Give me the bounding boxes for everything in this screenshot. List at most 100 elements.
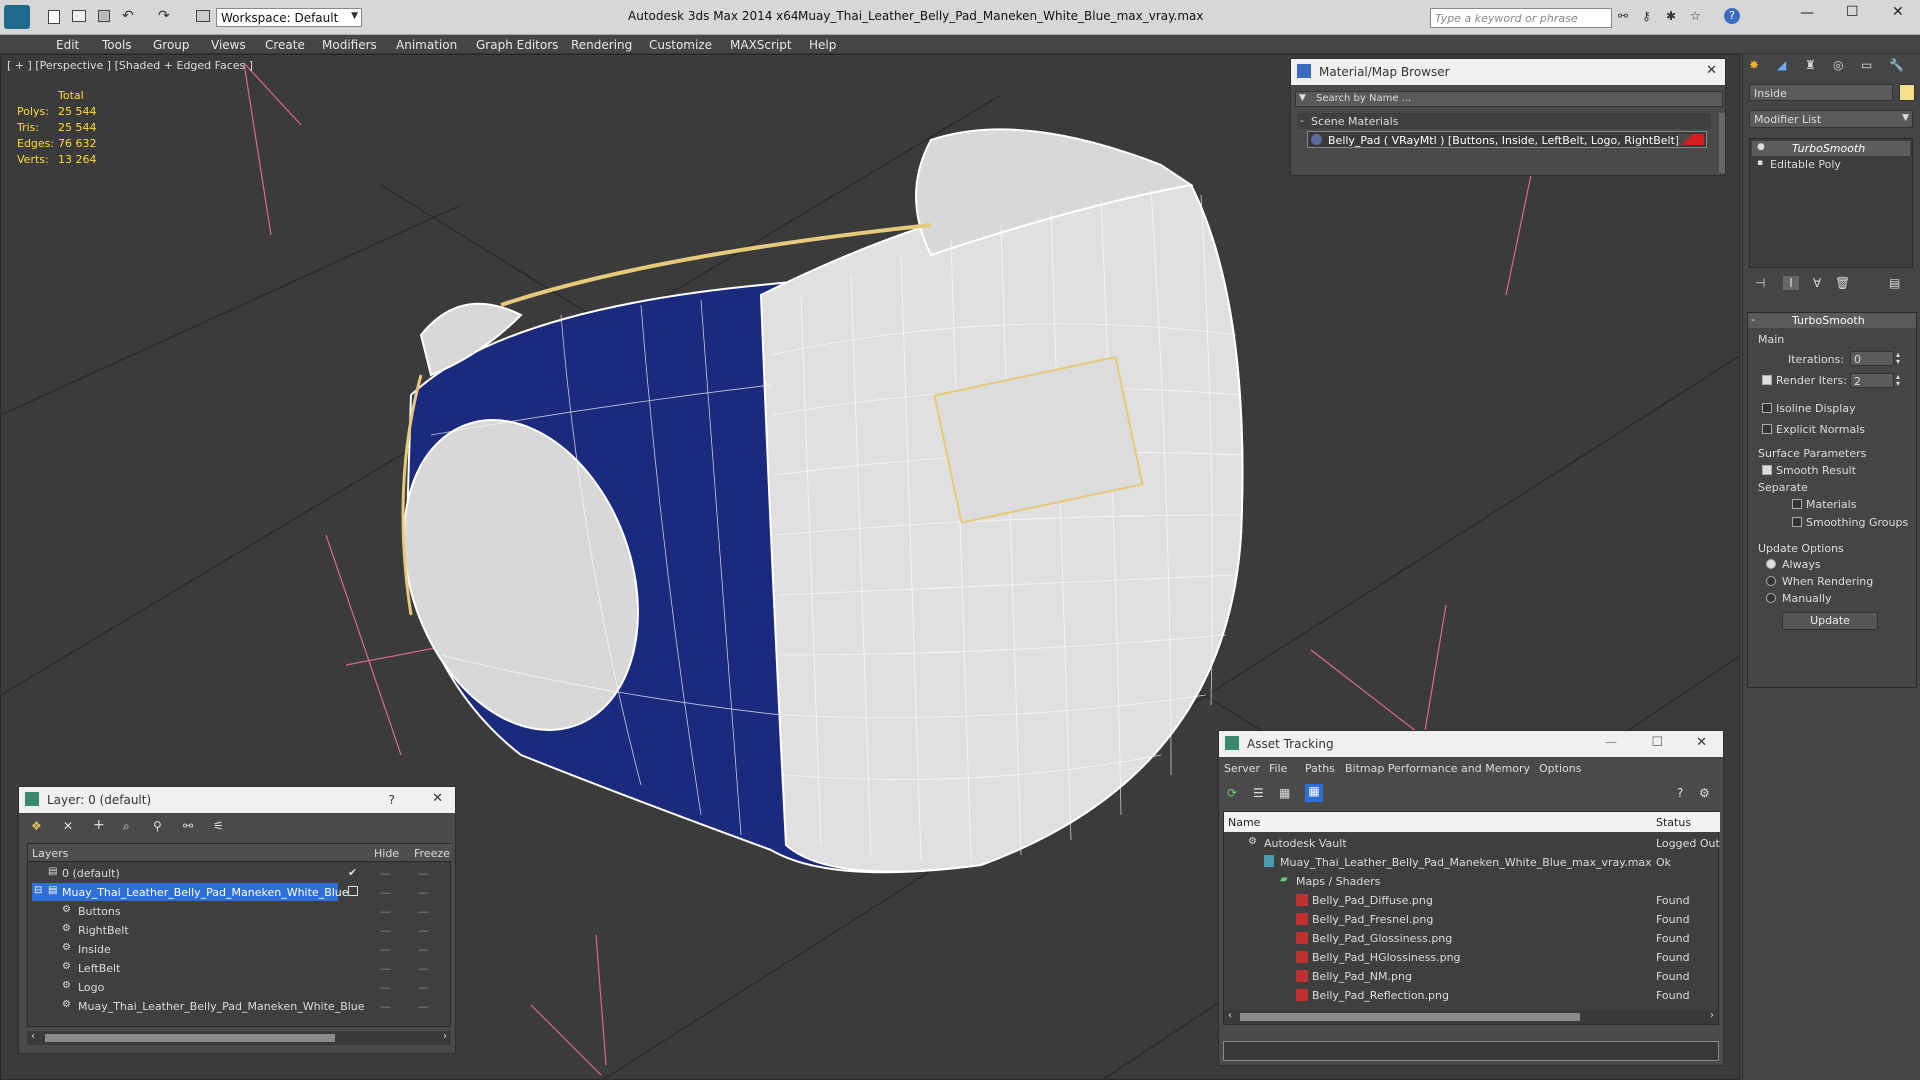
scroll-right-icon[interactable]: › [443,1031,447,1042]
menu-file[interactable]: File [1269,762,1287,775]
freeze-all-icon[interactable]: ⚟ [213,819,224,833]
create-layer-icon[interactable]: ❖ [31,819,42,833]
asset-row[interactable]: Belly_Pad_Diffuse.png Found [1224,891,1720,910]
modifier-list-dropdown[interactable]: Modifier List ▼ [1749,110,1913,128]
layer-row[interactable]: ▤ 0 (default) ✔ — — [28,864,452,883]
col-layers[interactable]: Layers [32,847,68,860]
viewport-label[interactable]: [ + ] [Perspective ] [Shaded + Edged Fac… [7,59,253,72]
when-rendering-radio[interactable] [1766,576,1776,586]
object-row[interactable]: ⚙ Muay_Thai_Leather_Belly_Pad_Maneken_Wh… [28,997,452,1016]
configure-sets-icon[interactable]: ▤ [1889,276,1900,290]
menu-animation[interactable]: Animation [396,38,457,52]
render-iters-spinner[interactable]: 2 [1850,373,1894,388]
app-logo-icon[interactable] [4,5,30,29]
display-tab-icon[interactable]: ▭ [1861,58,1872,72]
menu-maxscript[interactable]: MAXScript [730,38,792,52]
remove-modifier-icon[interactable]: 🗑 [1835,276,1850,290]
hide-all-icon[interactable]: ⚯ [183,819,193,833]
asset-row[interactable]: Belly_Pad_Reflection.png Found [1224,986,1720,1005]
close-icon[interactable]: ✕ [432,791,443,806]
always-radio[interactable] [1766,559,1776,569]
smooth-result-checkbox[interactable] [1762,465,1772,475]
materials-checkbox[interactable] [1792,499,1802,509]
stack-item-editable-poly[interactable]: ▪ Editable Poly [1752,157,1910,172]
key-icon[interactable]: ⚷ [1642,9,1651,23]
utilities-tab-icon[interactable]: 🔧 [1889,58,1904,72]
make-unique-icon[interactable]: ∀ [1813,276,1821,290]
freeze-toggle[interactable]: — [418,981,429,994]
hide-toggle[interactable]: — [380,962,391,975]
freeze-toggle[interactable]: — [418,943,429,956]
smoothing-groups-checkbox[interactable] [1792,517,1802,527]
manually-radio[interactable] [1766,593,1776,603]
asset-row[interactable]: ▰ Maps / Shaders [1224,872,1720,891]
stack-item-turbosmooth[interactable]: ● TurboSmooth [1752,141,1910,156]
scroll-thumb[interactable] [1240,1013,1580,1021]
col-status[interactable]: Status [1656,816,1691,829]
context-help-icon[interactable]: ⚙ [1699,786,1710,800]
scene-materials-group[interactable]: - Scene Materials [1297,113,1711,129]
hide-toggle[interactable]: — [380,886,391,899]
hide-toggle[interactable]: — [380,924,391,937]
create-tab-icon[interactable]: ✸ [1749,58,1759,72]
render-iters-checkbox[interactable] [1762,375,1772,385]
asset-row[interactable]: ⚙ Autodesk Vault Logged Out [1224,834,1720,853]
asset-row[interactable]: Muay_Thai_Leather_Belly_Pad_Maneken_Whit… [1224,853,1720,872]
layer-scrollbar[interactable]: ‹ › [27,1031,451,1045]
redo-icon[interactable]: ↷ [158,8,170,24]
save-icon[interactable] [98,10,110,22]
minimize-icon[interactable]: — [1605,735,1617,749]
hierarchy-tab-icon[interactable]: ♜ [1805,58,1816,72]
hide-toggle[interactable]: — [380,943,391,956]
help-icon[interactable]: ? [1677,786,1683,800]
menu-tools[interactable]: Tools [102,38,132,52]
refresh-icon[interactable]: ⟳ [1227,786,1237,800]
hide-toggle[interactable]: — [380,867,391,880]
show-end-result-icon[interactable]: I [1783,276,1799,290]
menu-modifiers[interactable]: Modifiers [322,38,377,52]
list-view-icon[interactable]: ☰ [1253,786,1264,800]
close-icon[interactable]: ✕ [1706,63,1717,78]
project-folder-icon[interactable] [196,10,210,22]
pin-stack-icon[interactable]: ⊣ [1755,276,1765,290]
scroll-left-icon[interactable]: ‹ [1228,1010,1232,1021]
object-color-swatch[interactable] [1899,84,1915,101]
asset-scrollbar[interactable]: ‹ › [1224,1010,1718,1024]
open-icon[interactable] [72,10,86,22]
menu-rendering[interactable]: Rendering [571,38,632,52]
freeze-toggle[interactable]: — [418,886,429,899]
help-icon[interactable]: ? [389,793,395,807]
close-icon[interactable]: ✕ [1892,4,1904,20]
maximize-icon[interactable]: ☐ [1651,735,1663,750]
star-icon[interactable]: ☆ [1690,9,1701,23]
menu-bitmap-performance[interactable]: Bitmap Performance and Memory [1345,762,1530,775]
scroll-thumb[interactable] [45,1034,335,1042]
menu-options[interactable]: Options [1539,762,1581,775]
freeze-toggle[interactable]: — [418,962,429,975]
menu-help[interactable]: Help [809,38,836,52]
menu-group[interactable]: Group [153,38,190,52]
material-browser-scrollbar[interactable] [1719,113,1725,173]
scroll-left-icon[interactable]: ‹ [31,1031,35,1042]
freeze-toggle[interactable]: — [418,905,429,918]
asset-row[interactable]: Belly_Pad_NM.png Found [1224,967,1720,986]
material-search-input[interactable]: ▼ Search by Name ... [1295,91,1723,107]
isoline-checkbox[interactable] [1762,403,1772,413]
object-row[interactable]: ⚙ Logo — — [28,978,452,997]
menu-edit[interactable]: Edit [56,38,79,52]
material-item[interactable]: Belly_Pad ( VRayMtl ) [Buttons, Inside, … [1307,131,1707,148]
asset-row[interactable]: Belly_Pad_Glossiness.png Found [1224,929,1720,948]
update-button[interactable]: Update [1782,612,1878,630]
hide-toggle[interactable]: — [380,1000,391,1013]
render-iters-arrows-icon[interactable]: ▴ ▾ [1896,373,1900,388]
asset-path-field[interactable] [1223,1041,1719,1061]
table-view-icon[interactable]: ▦ [1305,784,1323,802]
help-icon[interactable]: ? [1724,8,1740,24]
workspace-dropdown[interactable]: Workspace: Default ▼ [216,8,362,27]
iterations-spinner[interactable]: 0 [1850,351,1894,366]
new-icon[interactable] [48,10,60,24]
menu-paths[interactable]: Paths [1305,762,1335,775]
highlight-layer-icon[interactable]: ⚲ [153,819,162,833]
search-input[interactable]: Type a keyword or phrase [1430,8,1612,28]
menu-customize[interactable]: Customize [649,38,712,52]
